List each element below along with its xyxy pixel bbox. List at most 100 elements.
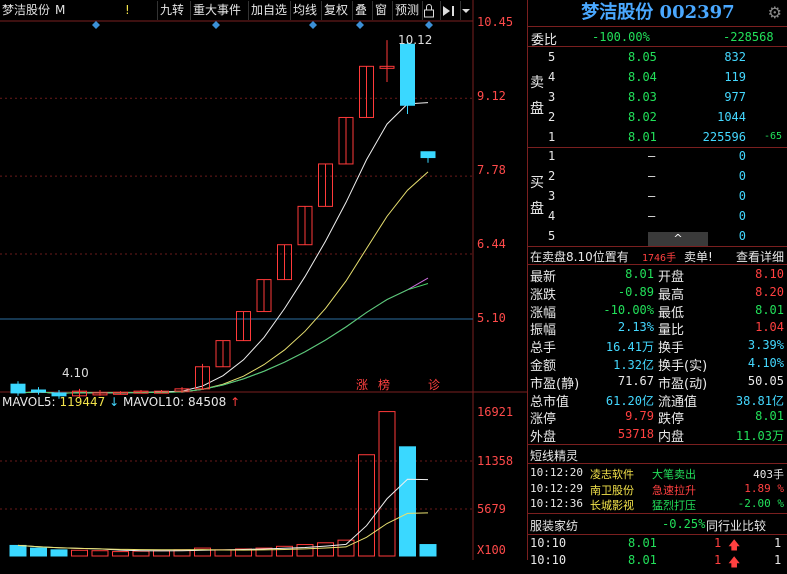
volume-ma-line bbox=[17, 512, 429, 551]
expand-chevron-up-icon[interactable]: ^ bbox=[648, 232, 708, 246]
sector-name[interactable]: 服装家纺 bbox=[530, 517, 578, 534]
volume-bar bbox=[296, 544, 314, 557]
event-diamond-icon bbox=[92, 21, 100, 29]
sell-level: 2 bbox=[548, 110, 556, 124]
price-tick-4: 5.10 bbox=[477, 311, 506, 325]
add-watchlist-button[interactable]: 加自选 bbox=[248, 1, 289, 20]
stat-value: 53718 bbox=[617, 427, 654, 442]
jiuzhuan-button[interactable]: 九转 bbox=[157, 1, 186, 20]
divider bbox=[528, 246, 787, 247]
kline-chart-svg[interactable] bbox=[0, 0, 527, 560]
sell-price[interactable]: 8.04 bbox=[628, 70, 657, 84]
stat-value: 9.79 bbox=[625, 409, 654, 424]
volume-bar bbox=[358, 454, 375, 557]
volume-bar bbox=[378, 411, 396, 557]
stat-value: 8.01 bbox=[755, 409, 784, 424]
short-stock[interactable]: 凌志软件 bbox=[590, 466, 634, 482]
stat-label: 最低 bbox=[658, 305, 685, 321]
short-value: 1.89 % bbox=[744, 481, 784, 495]
stat-label: 最新 bbox=[530, 270, 557, 285]
tick-price: 8.01 bbox=[628, 553, 657, 567]
short-stock[interactable]: 长城影视 bbox=[590, 497, 634, 513]
stat-value: 50.05 bbox=[747, 373, 784, 388]
stat-label: 市盈(动) bbox=[658, 376, 708, 392]
tick-count: 1 bbox=[774, 536, 782, 550]
major-events-button[interactable]: 重大事件 bbox=[190, 1, 243, 20]
lock-icon[interactable] bbox=[422, 1, 439, 20]
zhang-tag[interactable]: 涨 bbox=[356, 376, 368, 393]
volume-bar bbox=[9, 544, 27, 557]
stat-label: 振幅 bbox=[530, 323, 557, 339]
buy-price[interactable]: – bbox=[648, 189, 655, 203]
volume-bar bbox=[153, 550, 170, 557]
event-diamond-icon bbox=[212, 21, 220, 29]
sell-volume: 977 bbox=[724, 90, 746, 104]
buy-level: 2 bbox=[548, 169, 556, 183]
quote-panel: 梦洁股份 002397 ⚙ 委比 -100.00% -228568 卖盘 5 8… bbox=[527, 0, 787, 569]
divider bbox=[528, 534, 787, 535]
stat-label: 市盈(静) bbox=[530, 376, 580, 392]
short-value: 403手 bbox=[753, 468, 784, 481]
high-label: 10.12 bbox=[398, 33, 433, 47]
window-button[interactable]: 窗 bbox=[372, 1, 389, 20]
forecast-button[interactable]: 预测 bbox=[392, 1, 421, 20]
sell-volume: 119 bbox=[724, 70, 746, 84]
buy-price[interactable]: – bbox=[648, 209, 655, 223]
bang-tag[interactable]: 榜 bbox=[378, 376, 390, 393]
short-line-title[interactable]: 短线精灵 bbox=[530, 447, 578, 464]
short-stock[interactable]: 南卫股份 bbox=[590, 482, 634, 498]
stat-label: 开盘 bbox=[658, 270, 685, 285]
short-event: 急速拉升 bbox=[652, 483, 696, 497]
stat-label: 最高 bbox=[658, 287, 685, 303]
sell-price[interactable]: 8.02 bbox=[628, 110, 657, 124]
price-tick-0: 10.45 bbox=[477, 15, 514, 29]
sell-price[interactable]: 8.03 bbox=[628, 90, 657, 104]
sell-price[interactable]: 8.05 bbox=[628, 50, 657, 64]
stock-suffix: M bbox=[55, 3, 66, 17]
down-arrow-icon: ↓ bbox=[109, 395, 120, 409]
weibi-pct: -100.00% bbox=[592, 30, 650, 44]
divider bbox=[528, 463, 787, 464]
gear-icon[interactable]: ⚙ bbox=[768, 3, 782, 22]
stat-label: 总手 bbox=[530, 341, 557, 357]
tick-price: 8.01 bbox=[628, 536, 657, 550]
chevron-down-icon[interactable] bbox=[460, 1, 475, 20]
sell-level: 3 bbox=[548, 90, 556, 104]
overlay-button[interactable]: 叠 bbox=[352, 1, 369, 20]
low-label: 4.10 bbox=[62, 366, 89, 380]
industry-compare-button[interactable]: 同行业比较 bbox=[706, 517, 766, 534]
vol-tick-0: 16921 bbox=[477, 405, 514, 419]
queue-tag: 卖单! bbox=[684, 250, 713, 264]
volume-bar bbox=[214, 549, 232, 557]
arrow-up-icon: 🡅 bbox=[728, 555, 741, 569]
stat-label: 流通值 bbox=[658, 394, 698, 410]
adjust-button[interactable]: 复权 bbox=[321, 1, 350, 20]
stat-label: 涨幅 bbox=[530, 305, 557, 321]
sell-volume: 1044 bbox=[717, 110, 746, 124]
stat-value: 8.01 bbox=[755, 302, 784, 317]
short-time: 10:12:36 bbox=[530, 497, 583, 510]
buy-volume: 0 bbox=[738, 169, 746, 183]
zhen-tag[interactable]: 诊 bbox=[428, 376, 440, 393]
volume-bar bbox=[91, 550, 109, 557]
buy-volume: 0 bbox=[738, 189, 746, 203]
buy-volume: 0 bbox=[738, 149, 746, 163]
stat-label: 外盘 bbox=[530, 430, 557, 446]
play-icon[interactable] bbox=[440, 1, 461, 20]
short-event: 大笔卖出 bbox=[652, 468, 696, 481]
buy-price[interactable]: – bbox=[648, 149, 655, 163]
stock-title[interactable]: 梦洁股份 002397 bbox=[528, 0, 787, 26]
kline-chart-area[interactable]: 梦洁股份 M ! 九转 重大事件 加自选 均线 复权 叠 窗 预测 10.45 … bbox=[0, 0, 527, 560]
buy-price[interactable]: – bbox=[648, 169, 655, 183]
stat-value: 71.67 bbox=[617, 373, 654, 388]
price-tick-2: 7.78 bbox=[477, 163, 506, 177]
tick-time: 10:10 bbox=[530, 553, 567, 567]
stat-value: 4.10% bbox=[747, 356, 784, 370]
buy-level: 4 bbox=[548, 209, 556, 223]
stat-value: 11.03万 bbox=[735, 429, 784, 444]
view-detail-link[interactable]: 查看详细 bbox=[736, 248, 784, 265]
buy-level: 5 bbox=[548, 229, 556, 243]
stat-value: 8.20 bbox=[755, 284, 784, 299]
sell-price[interactable]: 8.01 bbox=[628, 130, 657, 144]
ma-button[interactable]: 均线 bbox=[290, 1, 319, 20]
